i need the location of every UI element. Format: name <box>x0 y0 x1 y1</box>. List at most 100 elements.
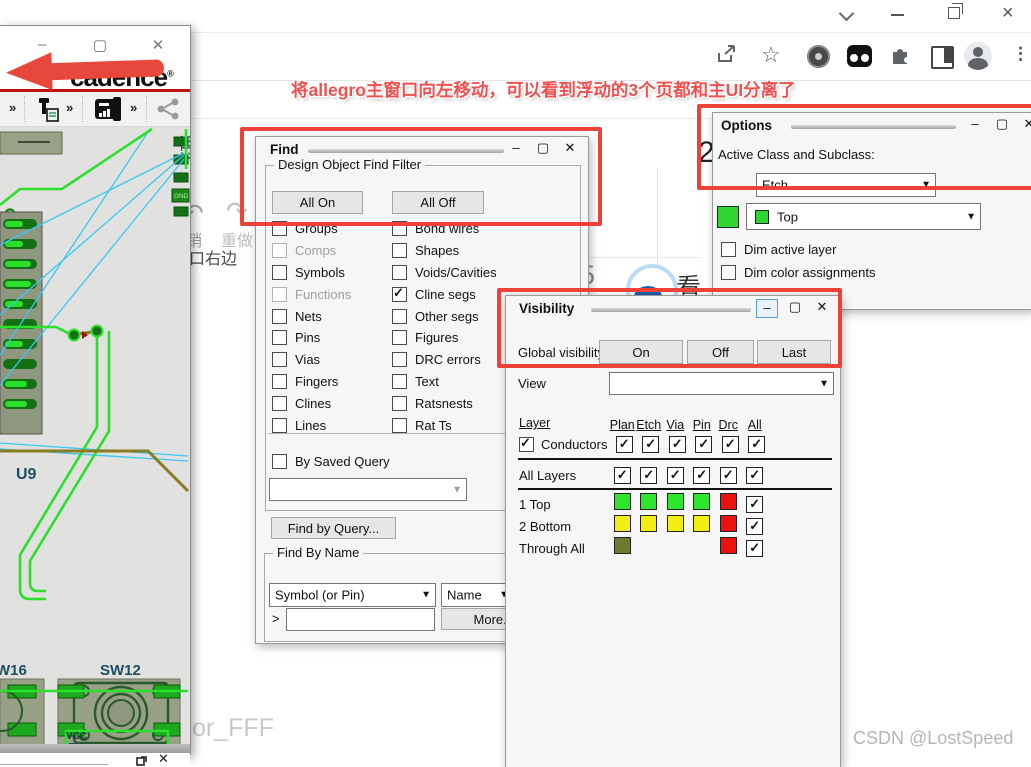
toolbar-overflow-chevron[interactable]: » <box>130 100 137 115</box>
visibility-cell-check[interactable]: ✓ <box>722 436 739 453</box>
visibility-cell-check[interactable]: ✓ <box>616 436 633 453</box>
bottom-docked-panel: ✕ <box>0 753 190 767</box>
name-type-value: Symbol (or Pin) <box>275 588 365 603</box>
by-saved-query-checkbox[interactable]: By Saved Query <box>272 451 390 473</box>
dock-float-icon[interactable] <box>136 754 148 766</box>
find-filter-checkbox[interactable]: Clines <box>272 392 351 414</box>
visibility-cell-yellow[interactable] <box>614 515 631 532</box>
visibility-cell-check[interactable]: ✓ <box>669 436 686 453</box>
visibility-column-header[interactable]: Pin <box>689 418 716 432</box>
find-filter-checkbox[interactable]: Nets <box>272 305 351 327</box>
visibility-cell-check[interactable]: ✓ <box>614 467 631 484</box>
visibility-cell-green[interactable] <box>614 493 631 510</box>
conductors-checkbox[interactable] <box>519 437 534 452</box>
find-filter-checkbox[interactable]: Comps <box>272 240 351 262</box>
find-filter-checkbox[interactable]: Ratsnests <box>392 392 497 414</box>
layer-row-top: 1 Top ✓ <box>519 495 768 513</box>
visibility-cell-check[interactable]: ✓ <box>746 496 763 513</box>
extension-dark-icon[interactable] <box>847 45 872 67</box>
visibility-cell-red[interactable] <box>720 493 737 510</box>
tool-setup-icon[interactable] <box>33 97 61 122</box>
browser-restore-icon[interactable] <box>948 7 960 19</box>
visibility-cell-check[interactable]: ✓ <box>667 467 684 484</box>
chevron-down-icon: ▼ <box>421 590 431 601</box>
dim-color-assignments-checkbox[interactable]: Dim color assignments <box>721 262 876 284</box>
find-filter-checkbox[interactable]: Fingers <box>272 371 351 393</box>
subclass-value: Top <box>777 209 798 224</box>
visibility-cell-yellow[interactable] <box>640 515 657 532</box>
visibility-cell-check[interactable]: ✓ <box>642 436 659 453</box>
view-select[interactable]: ▼ <box>609 372 834 395</box>
visibility-cell-check[interactable]: ✓ <box>748 436 765 453</box>
find-filter-checkbox[interactable]: Text <box>392 371 497 393</box>
visibility-cell-check[interactable]: ✓ <box>720 467 737 484</box>
find-filter-checkbox[interactable]: Functions <box>272 283 351 305</box>
profile-avatar-icon[interactable] <box>964 42 992 70</box>
dim-active-layer-checkbox[interactable]: Dim active layer <box>721 239 836 261</box>
find-by-query-button[interactable]: Find by Query... <box>271 517 396 539</box>
page-bottom-text: or_FFF <box>192 714 274 743</box>
visibility-cell-olive[interactable] <box>614 537 631 554</box>
visibility-cell-check[interactable]: ✓ <box>693 467 710 484</box>
tool-share-icon[interactable] <box>156 97 180 121</box>
bottom-layer-cells: ✓ <box>609 515 768 537</box>
find-filter-checkbox[interactable]: Vias <box>272 349 351 371</box>
visibility-cell-yellow[interactable] <box>693 515 710 532</box>
menu-dots-icon[interactable]: ⋮ <box>1012 44 1029 64</box>
toolbar-separator <box>24 96 25 122</box>
pcb-canvas[interactable]: GND 212 <box>0 127 190 744</box>
extension-reel-icon[interactable] <box>807 45 830 68</box>
favorites-star-icon[interactable]: ☆ <box>761 42 781 68</box>
visibility-cell-check[interactable]: ✓ <box>746 467 763 484</box>
name-mode-select[interactable]: Name ▼ <box>441 583 514 607</box>
toolbar-overflow-chevron[interactable]: » <box>9 100 16 115</box>
find-filter-checkbox[interactable]: Voids/Cavities <box>392 262 497 284</box>
visibility-cell-check[interactable]: ✓ <box>746 540 763 557</box>
checkbox-label: Text <box>415 374 439 389</box>
visibility-cell-check[interactable]: ✓ <box>640 467 657 484</box>
annotation-rect-visibility <box>497 288 842 368</box>
name-search-input[interactable] <box>286 608 435 631</box>
find-filter-checkbox[interactable]: Pins <box>272 327 351 349</box>
visibility-cell-check[interactable]: ✓ <box>746 518 763 535</box>
active-layer-color-swatch[interactable] <box>717 206 739 228</box>
find-filter-checkbox[interactable]: DRC errors <box>392 349 497 371</box>
chevron-down-icon: ▼ <box>819 378 829 389</box>
find-filter-checkbox[interactable]: Cline segs <box>392 283 497 305</box>
browser-minimize-icon[interactable] <box>891 14 904 16</box>
checkbox-label: Vias <box>295 352 320 367</box>
toolbar-overflow-chevron[interactable]: » <box>66 100 73 115</box>
visibility-cell-red[interactable] <box>720 537 737 554</box>
share-icon[interactable] <box>716 44 738 64</box>
layer-column-header[interactable]: Layer <box>519 416 550 430</box>
chevron-down-icon: ▼ <box>452 484 462 495</box>
visibility-column-header[interactable]: Etch <box>636 418 663 432</box>
saved-query-select[interactable]: ▼ <box>269 478 467 501</box>
split-screen-icon[interactable] <box>931 46 954 69</box>
visibility-column-header[interactable]: Plan <box>609 418 636 432</box>
find-filter-checkbox[interactable]: Other segs <box>392 305 497 327</box>
visibility-cell-check[interactable]: ✓ <box>695 436 712 453</box>
checkbox-label: Fingers <box>295 374 338 389</box>
dock-close-icon[interactable]: ✕ <box>158 751 169 767</box>
visibility-cell-red[interactable] <box>720 515 737 532</box>
visibility-column-header[interactable]: Drc <box>715 418 742 432</box>
dock-input-edge <box>0 764 108 765</box>
visibility-column-header[interactable]: All <box>742 418 769 432</box>
browser-close-icon[interactable]: × <box>1002 2 1014 25</box>
browser-dropdown-chevron-icon[interactable] <box>839 6 855 22</box>
visibility-column-header[interactable]: Via <box>662 418 689 432</box>
visibility-cell-green[interactable] <box>667 493 684 510</box>
find-filter-checkbox[interactable]: Shapes <box>392 240 497 262</box>
visibility-cell-green[interactable] <box>640 493 657 510</box>
visibility-cell-yellow[interactable] <box>667 515 684 532</box>
extensions-puzzle-icon[interactable] <box>889 44 911 66</box>
find-filter-checkbox[interactable]: Figures <box>392 327 497 349</box>
visibility-cell-green[interactable] <box>693 493 710 510</box>
tool-report-icon[interactable] <box>93 96 125 123</box>
find-filter-checkbox[interactable]: Symbols <box>272 262 351 284</box>
checkbox-icon <box>392 287 407 302</box>
subclass-select[interactable]: Top ▼ <box>746 203 981 230</box>
name-type-select[interactable]: Symbol (or Pin) ▼ <box>269 583 436 607</box>
page-rule-2 <box>588 257 700 258</box>
